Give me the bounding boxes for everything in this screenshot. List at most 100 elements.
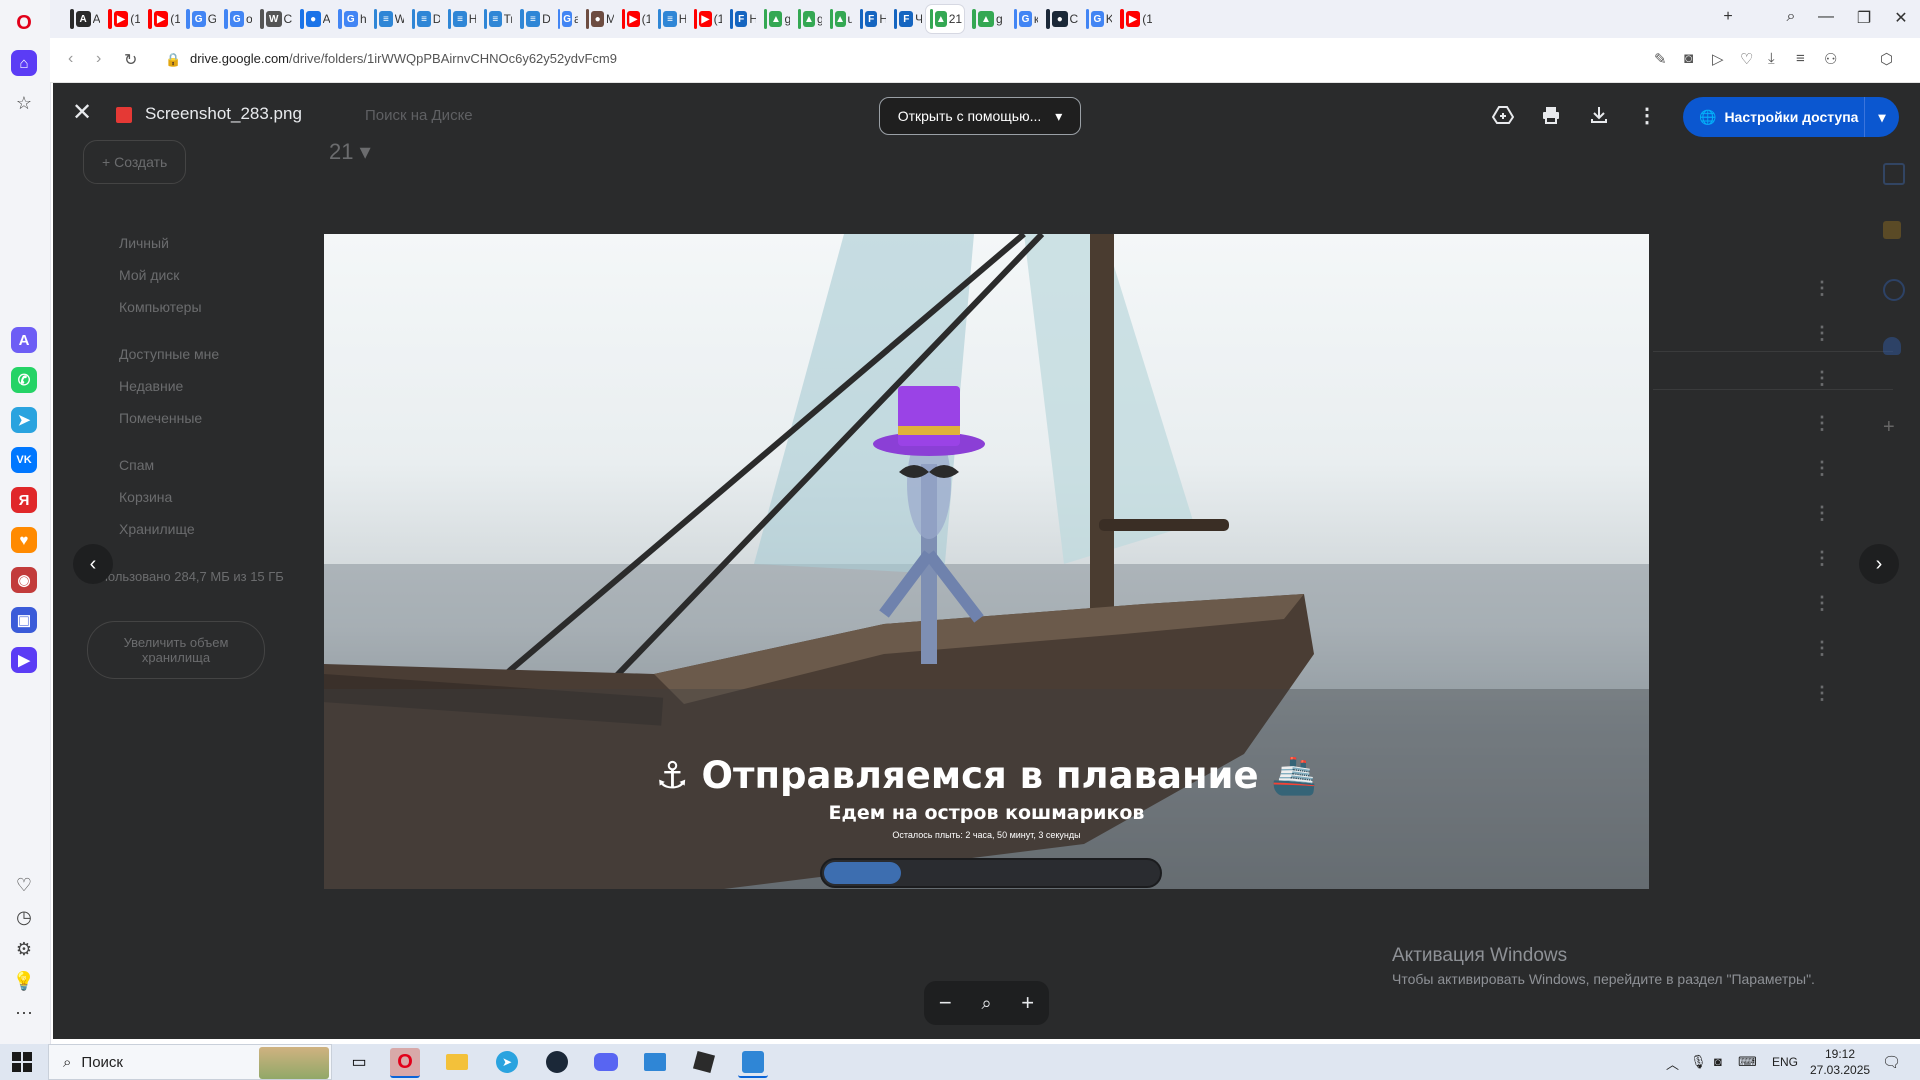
browser-tab[interactable]: ▲ g	[968, 5, 1006, 33]
reload-icon[interactable]: ↻	[124, 50, 137, 70]
vk-icon[interactable]: VK	[11, 447, 37, 473]
history-icon[interactable]: ◷	[13, 906, 35, 928]
browser-tab[interactable]: ≡ D	[408, 5, 440, 33]
app-icon-blue[interactable]: ▣	[11, 607, 37, 633]
zoom-out-icon[interactable]: −	[939, 990, 952, 1016]
roblox-taskbar-icon[interactable]	[689, 1048, 719, 1076]
roblox-studio-taskbar-icon[interactable]	[738, 1048, 768, 1078]
star-icon[interactable]: ☆	[13, 92, 35, 114]
tray-chevron-icon[interactable]: ︿	[1666, 1054, 1679, 1073]
browser-tab[interactable]: FH	[726, 5, 756, 33]
profile-icon[interactable]: ⚇	[1824, 50, 1837, 68]
browser-tab[interactable]: ▲ g	[794, 5, 822, 33]
browser-tab[interactable]: ▲ g	[760, 5, 790, 33]
browser-tab[interactable]: ≡ D	[516, 5, 550, 33]
add-to-drive-icon[interactable]	[1491, 103, 1515, 127]
open-with-button[interactable]: Открыть с помощью... ▾	[879, 97, 1081, 135]
browser-tab[interactable]: GG	[182, 5, 216, 33]
edit-icon[interactable]: ✎	[1654, 50, 1667, 68]
browser-tab[interactable]: ▶ (1	[690, 5, 722, 33]
opera-taskbar-icon[interactable]: O	[390, 1048, 420, 1078]
tab-title: (1	[170, 12, 181, 26]
browser-tab[interactable]: ▲ u	[826, 5, 852, 33]
zoom-in-icon[interactable]: +	[1021, 990, 1034, 1016]
contacts-icon[interactable]	[1883, 337, 1901, 355]
task-view-icon[interactable]: ▭	[344, 1048, 374, 1076]
system-clock[interactable]: 19:12 27.03.2025	[1810, 1046, 1870, 1078]
discord-taskbar-icon[interactable]	[591, 1048, 621, 1076]
app-taskbar-icon[interactable]	[640, 1048, 670, 1076]
calendar-icon[interactable]	[1883, 163, 1905, 185]
browser-tab[interactable]: FH	[856, 5, 886, 33]
browser-tab[interactable]: ▶ (1	[1116, 5, 1152, 33]
app-icon-red[interactable]: ◉	[11, 567, 37, 593]
close-preview-button[interactable]: ✕	[67, 97, 97, 127]
browser-tab[interactable]: ▶ (1	[144, 5, 180, 33]
browser-tab[interactable]: GK	[1082, 5, 1112, 33]
settings-icon[interactable]: ⚙	[13, 938, 35, 960]
home-icon[interactable]: ⌂	[11, 50, 37, 76]
more-options-icon[interactable]: ⋮	[1635, 103, 1659, 127]
telegram-taskbar-icon[interactable]: ➤	[492, 1048, 522, 1076]
opera-logo-icon[interactable]: O	[13, 12, 35, 34]
add-addon-icon[interactable]: +	[1883, 416, 1895, 439]
browser-tab[interactable]: ▶ (1	[104, 5, 140, 33]
search-tabs-icon[interactable]: ⌕	[1780, 8, 1802, 26]
windows-start-icon[interactable]	[12, 1052, 32, 1072]
browser-tab[interactable]: ▶ (1	[618, 5, 650, 33]
heart-outline-icon[interactable]: ♡	[1740, 50, 1753, 68]
lock-icon[interactable]: 🔒	[165, 52, 181, 68]
browser-tab[interactable]: ● А	[296, 5, 330, 33]
more-icon[interactable]: ⋯	[13, 1002, 35, 1024]
browser-tab[interactable]: ≡ W	[370, 5, 404, 33]
tab-color-bar	[484, 9, 488, 29]
microphone-icon[interactable]: 🎙	[1690, 1054, 1707, 1070]
camera-icon[interactable]: ◙	[1684, 50, 1693, 67]
browser-tab[interactable]: ▲21 -	[926, 5, 964, 33]
browser-tab[interactable]: FЧ	[890, 5, 922, 33]
browser-tab[interactable]: ≡Tr	[480, 5, 512, 33]
browser-tab[interactable]: ● C	[1042, 5, 1078, 33]
yandex-icon[interactable]: Я	[11, 487, 37, 513]
notifications-icon[interactable]: 🗨	[1882, 1053, 1901, 1071]
download-icon[interactable]	[1587, 103, 1611, 127]
heart-icon[interactable]: ♡	[13, 874, 35, 896]
browser-tab[interactable]: ● M	[582, 5, 614, 33]
menu-lines-icon[interactable]: ≡	[1796, 50, 1805, 67]
browser-tab[interactable]: ≡ H	[654, 5, 686, 33]
browser-tab[interactable]: Ga	[554, 5, 578, 33]
player-icon[interactable]: ▶	[11, 647, 37, 673]
language-indicator[interactable]: ENG	[1772, 1055, 1798, 1069]
send-icon[interactable]: ▷	[1712, 50, 1724, 68]
previous-file-button[interactable]: ‹	[73, 544, 113, 584]
aria-icon[interactable]: A	[11, 327, 37, 353]
keep-icon[interactable]	[1883, 221, 1901, 239]
minimize-button[interactable]: —	[1815, 8, 1837, 26]
steam-taskbar-icon[interactable]	[542, 1048, 572, 1076]
url-field[interactable]: drive.google.com/drive/folders/1irWWQpPB…	[190, 51, 617, 66]
tasks-icon[interactable]	[1883, 279, 1905, 301]
browser-tab[interactable]: Gк	[1010, 5, 1038, 33]
browser-tab[interactable]: Gh	[334, 5, 366, 33]
keyboard-icon[interactable]: ⌨	[1738, 1054, 1757, 1070]
yandex-market-icon[interactable]: ♥	[11, 527, 37, 553]
webcam-icon[interactable]: ◙	[1714, 1054, 1722, 1069]
browser-tab[interactable]: WC	[256, 5, 292, 33]
new-tab-button[interactable]: +	[1717, 8, 1739, 26]
taskbar-search[interactable]: ⌕ Поиск	[48, 1044, 332, 1080]
browser-tab[interactable]: AА	[66, 5, 100, 33]
browser-tab[interactable]: Go	[220, 5, 252, 33]
extensions-icon[interactable]: ⬡	[1880, 50, 1893, 68]
whatsapp-icon[interactable]: ✆	[11, 367, 37, 393]
telegram-icon[interactable]: ➤	[11, 407, 37, 433]
tips-icon[interactable]: 💡	[13, 970, 35, 992]
download-icon[interactable]: ⤓	[1768, 50, 1775, 67]
zoom-reset-icon[interactable]: ⌕	[981, 993, 991, 1014]
browser-tab[interactable]: ≡ H	[444, 5, 476, 33]
file-explorer-icon[interactable]	[442, 1048, 472, 1076]
back-icon[interactable]: ‹	[68, 50, 73, 68]
restore-button[interactable]: ❐	[1853, 8, 1875, 28]
forward-icon[interactable]: ›	[96, 50, 101, 68]
print-icon[interactable]	[1539, 103, 1563, 127]
close-window-button[interactable]: ✕	[1890, 8, 1912, 28]
